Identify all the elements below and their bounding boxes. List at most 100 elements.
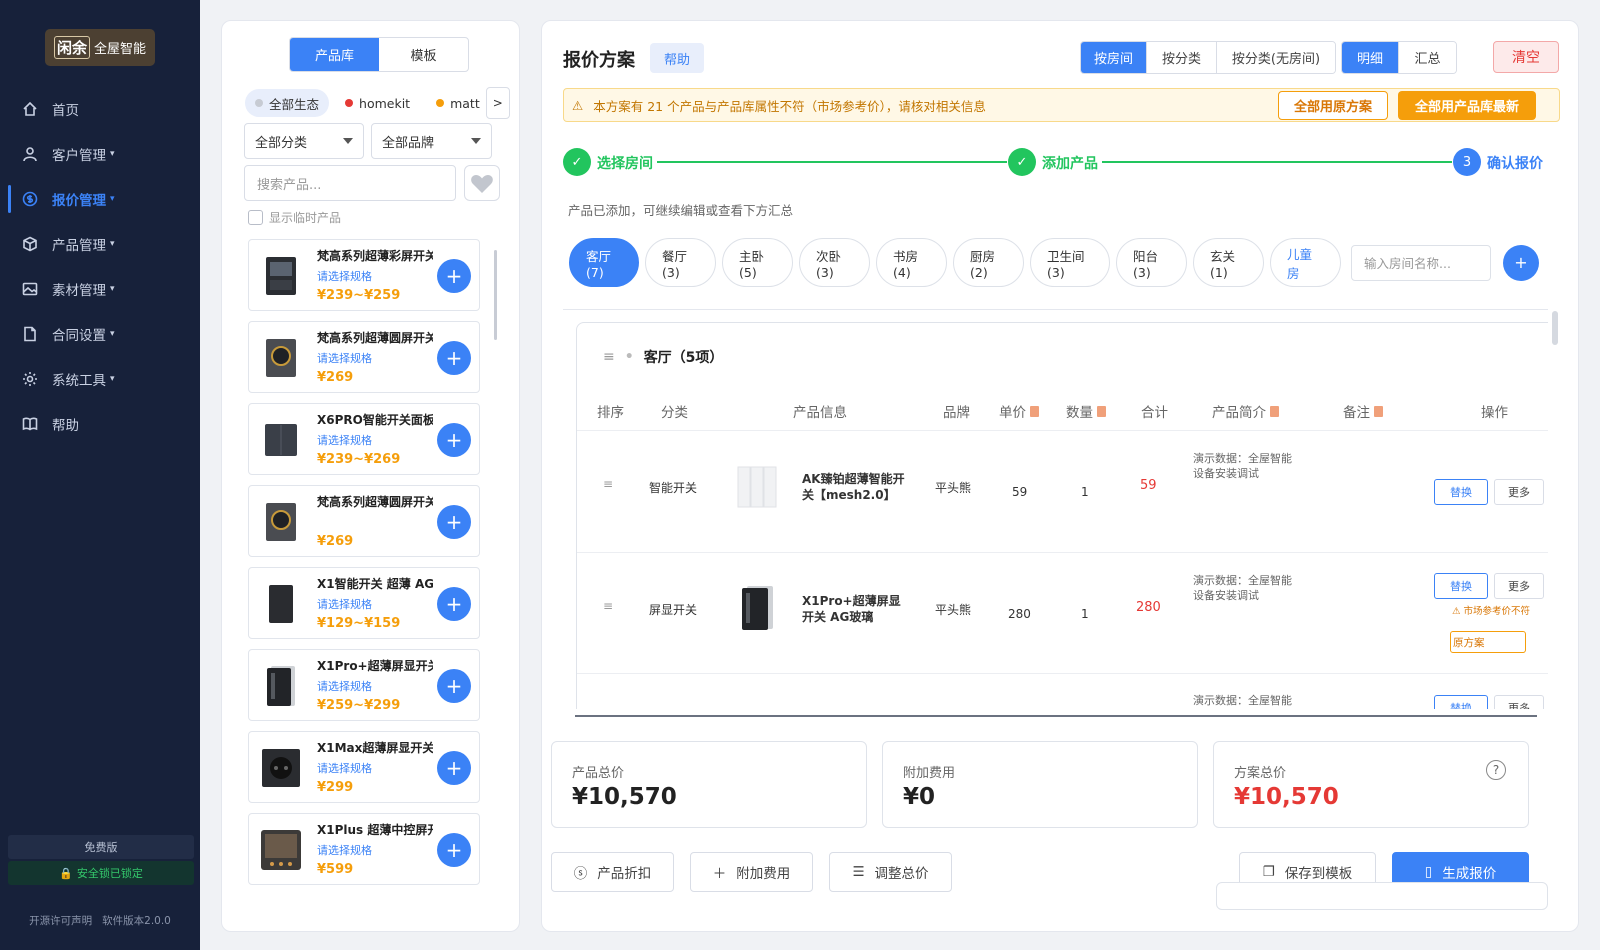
- add-product-button[interactable]: +: [437, 669, 471, 703]
- product-card[interactable]: X1Max超薄屏显开关 请选择规格 ¥299 +: [248, 731, 480, 803]
- edit-icon[interactable]: [1374, 405, 1383, 417]
- row-unit-price[interactable]: 280: [1008, 607, 1031, 621]
- add-product-button[interactable]: +: [437, 833, 471, 867]
- drag-handle-icon[interactable]: ≡: [603, 349, 615, 365]
- filter-matter[interactable]: matt: [426, 89, 480, 117]
- more-button[interactable]: 更多: [1494, 695, 1544, 709]
- replace-button[interactable]: 替换: [1434, 695, 1488, 709]
- edit-icon[interactable]: [1030, 405, 1039, 417]
- show-temp-products-checkbox[interactable]: 显示临时产品: [248, 209, 341, 226]
- original-plan-button[interactable]: 原方案: [1450, 631, 1526, 653]
- row-description[interactable]: 演示数据：全屋智能 设备安装调试: [1193, 573, 1292, 603]
- filter-all-ecosystems[interactable]: 全部生态: [245, 89, 330, 117]
- row-description[interactable]: 演示数据：全屋智能: [1193, 693, 1292, 708]
- room-tab-balcony[interactable]: 阳台(3): [1116, 238, 1187, 287]
- select-spec-link[interactable]: 请选择规格: [317, 760, 372, 776]
- product-card[interactable]: X6PRO智能开关面板 请选择规格 ¥239~¥269 +: [248, 403, 480, 475]
- tab-product-library[interactable]: 产品库: [290, 38, 379, 71]
- adjust-total-button[interactable]: ☰ 调整总价: [829, 852, 952, 892]
- select-spec-link[interactable]: 请选择规格: [317, 432, 372, 448]
- product-card[interactable]: X1智能开关 超薄 AG 请选择规格 ¥129~¥159 +: [248, 567, 480, 639]
- favorites-button[interactable]: [464, 165, 500, 201]
- table-vertical-scrollbar[interactable]: [1552, 311, 1558, 345]
- select-spec-link[interactable]: 请选择规格: [317, 842, 372, 858]
- product-discount-button[interactable]: ⓢ 产品折扣: [551, 852, 674, 892]
- room-tab-living[interactable]: 客厅(7): [569, 238, 639, 287]
- add-product-button[interactable]: +: [437, 423, 471, 457]
- nav-item-assets[interactable]: 素材管理 ▾: [0, 271, 200, 307]
- nav-item-products[interactable]: 产品管理 ▾: [0, 226, 200, 262]
- use-library-latest-button[interactable]: 全部用产品库最新: [1398, 91, 1536, 120]
- nav-item-help[interactable]: 帮助: [0, 406, 200, 442]
- mode-by-category[interactable]: 按分类: [1147, 42, 1217, 73]
- help-circle-icon[interactable]: ?: [1486, 760, 1506, 780]
- more-button[interactable]: 更多: [1494, 479, 1544, 505]
- clear-button[interactable]: 清空: [1493, 41, 1559, 73]
- category-select[interactable]: 全部分类: [244, 123, 364, 159]
- tab-templates[interactable]: 模板: [379, 38, 468, 71]
- product-card[interactable]: 梵高系列超薄圆屏开关 请选择规格 ¥269 +: [248, 321, 480, 393]
- row-quantity[interactable]: 1: [1081, 485, 1089, 499]
- nav-label: 合同设置: [52, 328, 106, 344]
- nav-item-customers[interactable]: 客户管理 ▾: [0, 136, 200, 172]
- room-tab-study[interactable]: 书房(4): [876, 238, 947, 287]
- filter-scroll-right-button[interactable]: >: [485, 87, 510, 119]
- brand-logo[interactable]: 闲余 全屋智能: [45, 29, 155, 66]
- room-tab-bathroom[interactable]: 卫生间(3): [1030, 238, 1110, 287]
- add-product-button[interactable]: +: [437, 587, 471, 621]
- product-search-input[interactable]: 搜索产品...: [244, 165, 456, 201]
- add-room-button[interactable]: +: [1503, 244, 1539, 281]
- add-product-button[interactable]: +: [437, 751, 471, 785]
- replace-button[interactable]: 替换: [1434, 573, 1488, 599]
- nav-item-contracts[interactable]: 合同设置 ▾: [0, 316, 200, 352]
- use-original-all-button[interactable]: 全部用原方案: [1278, 91, 1388, 120]
- row-drag-handle-icon[interactable]: ≡: [603, 599, 613, 613]
- license-link[interactable]: 开源许可声明: [29, 913, 92, 928]
- mode-detail[interactable]: 明细: [1342, 42, 1399, 73]
- filter-homekit[interactable]: homekit: [335, 89, 420, 117]
- room-tab-dining[interactable]: 餐厅(3): [645, 238, 716, 287]
- mode-summary[interactable]: 汇总: [1399, 42, 1456, 73]
- room-tab-master[interactable]: 主卧(5): [722, 238, 793, 287]
- replace-button[interactable]: 替换: [1434, 479, 1488, 505]
- select-spec-link[interactable]: 请选择规格: [317, 596, 372, 612]
- add-product-button[interactable]: +: [437, 341, 471, 375]
- row-description[interactable]: 演示数据：全屋智能 设备安装调试: [1193, 451, 1292, 481]
- checkbox-box[interactable]: [248, 210, 263, 225]
- product-card[interactable]: 梵高系列超薄圆屏开关 ¥269 +: [248, 485, 480, 557]
- room-tab-kids[interactable]: 儿童房: [1270, 238, 1341, 287]
- more-button[interactable]: 更多: [1494, 573, 1544, 599]
- step-done-icon: ✓: [563, 148, 591, 176]
- product-card[interactable]: 梵高系列超薄彩屏开关 请选择规格 ¥239~¥259 +: [248, 239, 480, 311]
- gear-icon: [23, 372, 37, 386]
- row-unit-price[interactable]: 59: [1012, 485, 1027, 499]
- brand-select[interactable]: 全部品牌: [371, 123, 492, 159]
- room-name-input[interactable]: 输入房间名称...: [1351, 244, 1491, 281]
- product-card[interactable]: X1Pro+超薄屏显开关 请选择规格 ¥259~¥299 +: [248, 649, 480, 721]
- room-tabs: 客厅(7) 餐厅(3) 主卧(5) 次卧(3) 书房(4) 厨房(2) 卫生间(…: [569, 238, 1539, 287]
- extra-fee-button[interactable]: ＋ 附加费用: [690, 852, 813, 892]
- help-button[interactable]: 帮助: [650, 43, 704, 73]
- collapse-dot-icon[interactable]: •: [625, 349, 634, 365]
- mode-by-category-no-room[interactable]: 按分类(无房间): [1217, 42, 1335, 73]
- select-spec-link[interactable]: 请选择规格: [317, 350, 372, 366]
- product-list-scrollbar[interactable]: [494, 250, 497, 340]
- room-tab-second[interactable]: 次卧(3): [799, 238, 870, 287]
- add-product-button[interactable]: +: [437, 259, 471, 293]
- edit-icon[interactable]: [1097, 405, 1106, 417]
- add-product-button[interactable]: +: [437, 505, 471, 539]
- select-spec-link[interactable]: 请选择规格: [317, 678, 372, 694]
- nav-item-quotes[interactable]: 报价管理 ▾: [0, 181, 200, 217]
- select-spec-link[interactable]: 请选择规格: [317, 268, 372, 284]
- nav-item-home[interactable]: 首页: [0, 91, 200, 127]
- row-drag-handle-icon[interactable]: ≡: [603, 477, 613, 491]
- product-card[interactable]: X1Plus 超薄中控屏开 请选择规格 ¥599 +: [248, 813, 480, 885]
- version-text: 软件版本2.0.0: [102, 915, 171, 927]
- room-tab-entrance[interactable]: 玄关(1): [1193, 238, 1264, 287]
- row-quantity[interactable]: 1: [1081, 607, 1089, 621]
- nav-item-tools[interactable]: 系统工具 ▾: [0, 361, 200, 397]
- room-tab-kitchen[interactable]: 厨房(2): [953, 238, 1024, 287]
- mode-by-room[interactable]: 按房间: [1081, 42, 1147, 73]
- edit-icon[interactable]: [1270, 405, 1279, 417]
- table-horizontal-scrollbar[interactable]: [575, 715, 1537, 717]
